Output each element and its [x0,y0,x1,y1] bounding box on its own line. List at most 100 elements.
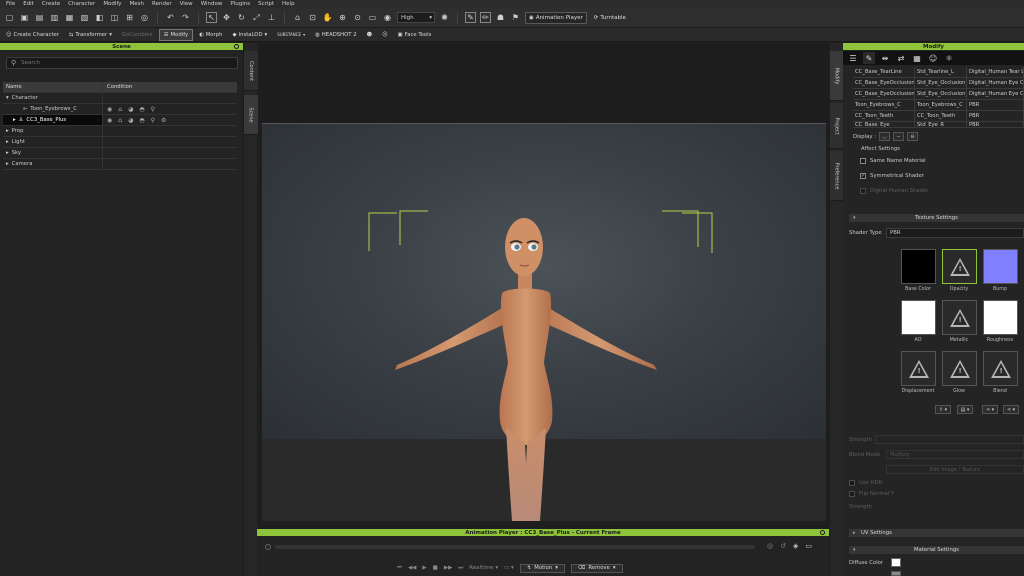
panel-options-icon[interactable] [234,44,239,49]
prev-frame-icon[interactable]: ◀◀ [408,565,416,571]
headshot-button[interactable]: ◍ HEADSHOT 2 [311,29,360,41]
export-icon[interactable]: ▦ [64,12,75,23]
material-row[interactable]: Toon_Eyebrows_C Toon_Eyebrows_C PBR [853,100,1024,111]
home-icon[interactable]: ⌂ [292,12,303,23]
strength-slider[interactable] [875,435,1024,444]
menu-file[interactable]: File [6,1,15,7]
menu-help[interactable]: Help [282,1,295,7]
redo-icon[interactable]: ↷ [180,12,191,23]
undo-icon[interactable]: ↶ [165,12,176,23]
menu-script[interactable]: Script [258,1,274,7]
tab-scene[interactable]: Scene [244,95,258,135]
flag-icon[interactable]: ⚑ [510,12,521,23]
lock-icon[interactable]: ⌂ [118,117,122,124]
physics-icon[interactable]: ⚛ [943,52,955,64]
scene-search-input[interactable] [21,60,222,66]
frame-icon[interactable]: ⊡ [307,12,318,23]
material-row[interactable]: CC_Base_EyeOcclusion Std_Eye_Occlusion_L D… [853,89,1024,100]
expand-arrow-icon[interactable]: ▸ [6,161,9,167]
texture-slot-displacement[interactable]: ! [901,351,936,386]
texture-settings-section[interactable]: ▾ Texture Settings [849,214,1024,222]
tab-content[interactable]: Content [244,51,258,91]
texture-slot-blend[interactable]: ! [983,351,1018,386]
zoom-icon[interactable]: ⊕ [337,12,348,23]
timeline-slider[interactable] [275,545,755,549]
menu-modify[interactable]: Modify [103,1,121,7]
timeline-start-handle[interactable] [265,544,271,550]
sphere-icon[interactable]: ◎ [139,12,150,23]
scene-row-light[interactable]: ▸ Light [3,137,237,148]
play-icon[interactable]: ▶ [422,565,426,571]
shadow-icon[interactable]: ◓ [139,117,144,124]
camera-icon[interactable]: ◈ [793,542,798,550]
texture-slot-metallic[interactable]: ! [942,300,977,335]
menu-edit[interactable]: Edit [23,1,34,7]
face-tools-button[interactable]: ▣ Face Tools [394,29,436,41]
material-row[interactable]: CC_Base_TearLine Std_Tearline_L Digital_Hu… [853,67,1024,78]
substance-button[interactable]: SUBSTANCE ▾ [273,29,309,41]
import-icon[interactable]: ▧ [79,12,90,23]
turntable-button[interactable]: ⟳ Turntable [591,12,629,24]
speed-select[interactable]: ▭ ▾ [504,565,514,571]
scene-row-cc3-base-plus[interactable]: ▸ ♙ CC3_Base_Plus ◉ ⌂ ◕ ◓ ⚲ ⚙ [3,115,237,126]
texture-slot-glow[interactable]: ! [942,351,977,386]
pen2-icon[interactable]: ✏ [480,12,491,23]
column-condition[interactable]: Condition [107,84,132,90]
save-as-icon[interactable]: ▥ [49,12,60,23]
brush-icon[interactable]: ✎ [863,52,875,64]
face-icon-button[interactable]: ☹ [378,29,392,41]
visibility-icon[interactable]: ◉ [107,106,112,113]
animation-player-button[interactable]: ◉ Animation Player [525,11,587,24]
expand-arrow-icon[interactable]: ▸ [6,139,9,145]
last-frame-icon[interactable]: ⏭ [458,565,463,572]
gocombine-button[interactable]: GoCombine [118,29,157,41]
material-row[interactable]: CC_Toon_Teeth CC_Toon_Teeth PBR [853,111,1024,122]
expand-arrow-icon[interactable]: ▸ [6,128,9,134]
column-name[interactable]: Name [6,84,22,90]
material-settings-section[interactable]: ▾ Material Settings [849,546,1024,554]
motion-button[interactable]: ↯ Motion ▾ [519,563,565,573]
3d-viewport[interactable] [262,43,826,521]
head-icon[interactable]: ☺ [927,52,939,64]
shadow-icon[interactable]: ◓ [139,106,144,113]
tab-project[interactable]: Project [830,103,843,149]
ambient-color-swatch[interactable] [891,571,901,576]
first-frame-icon[interactable]: ⏮ [397,565,402,572]
instalod-button[interactable]: ◆ InstaLOD ▾ [228,29,271,41]
person-icon[interactable]: ☗ [495,12,506,23]
menu-mesh[interactable]: Mesh [130,1,144,7]
display-refresh-button[interactable]: ⊖ [907,132,918,141]
panel-options-icon[interactable] [820,530,825,535]
render-icon[interactable]: ◕ [128,117,133,124]
grid-icon[interactable]: ⊞ [124,12,135,23]
camera-icon[interactable]: ◉ [382,12,393,23]
morph-button[interactable]: ◐ Morph [195,29,226,41]
load-texture-button[interactable]: ⇪ ▾ [935,405,951,414]
scene-row-sky[interactable]: ▸ Sky [3,148,237,159]
toggle-icon[interactable]: ◧ [94,12,105,23]
realtime-select[interactable]: Realtime ▾ [469,565,498,571]
edit-image-button[interactable]: Edit Image / Texture [886,465,1024,474]
viewport-icon[interactable]: ▭ [367,12,378,23]
modify-button[interactable]: ☰ Modify [158,28,194,41]
share-texture-button[interactable]: ⋖ ▾ [982,405,998,414]
menu-character[interactable]: Character [68,1,95,7]
display-minus-button[interactable]: − [893,132,904,141]
menu-render[interactable]: Render [152,1,172,7]
orbit-icon[interactable]: ⊙ [352,12,363,23]
loop-icon[interactable]: ↺ [780,542,786,550]
lock-icon[interactable]: ⌂ [118,106,122,113]
tab-modify[interactable]: Modify [830,51,843,101]
screen-icon[interactable]: ▭ [805,542,812,550]
select-icon[interactable]: ↖ [206,12,217,23]
use-hdr-checkbox[interactable] [849,480,855,486]
save-icon[interactable]: ▤ [34,12,45,23]
render-icon[interactable]: ◕ [128,106,133,113]
move-icon[interactable]: ✥ [221,12,232,23]
texture-slot-bump[interactable] [983,249,1018,284]
visibility-icon[interactable]: ◉ [107,117,112,124]
uv-settings-section[interactable]: ▸ UV Settings [849,529,1024,537]
record-icon[interactable]: ◎ [767,542,773,550]
wire-icon[interactable]: ◫ [109,12,120,23]
tab-preference[interactable]: Preference [830,151,843,201]
